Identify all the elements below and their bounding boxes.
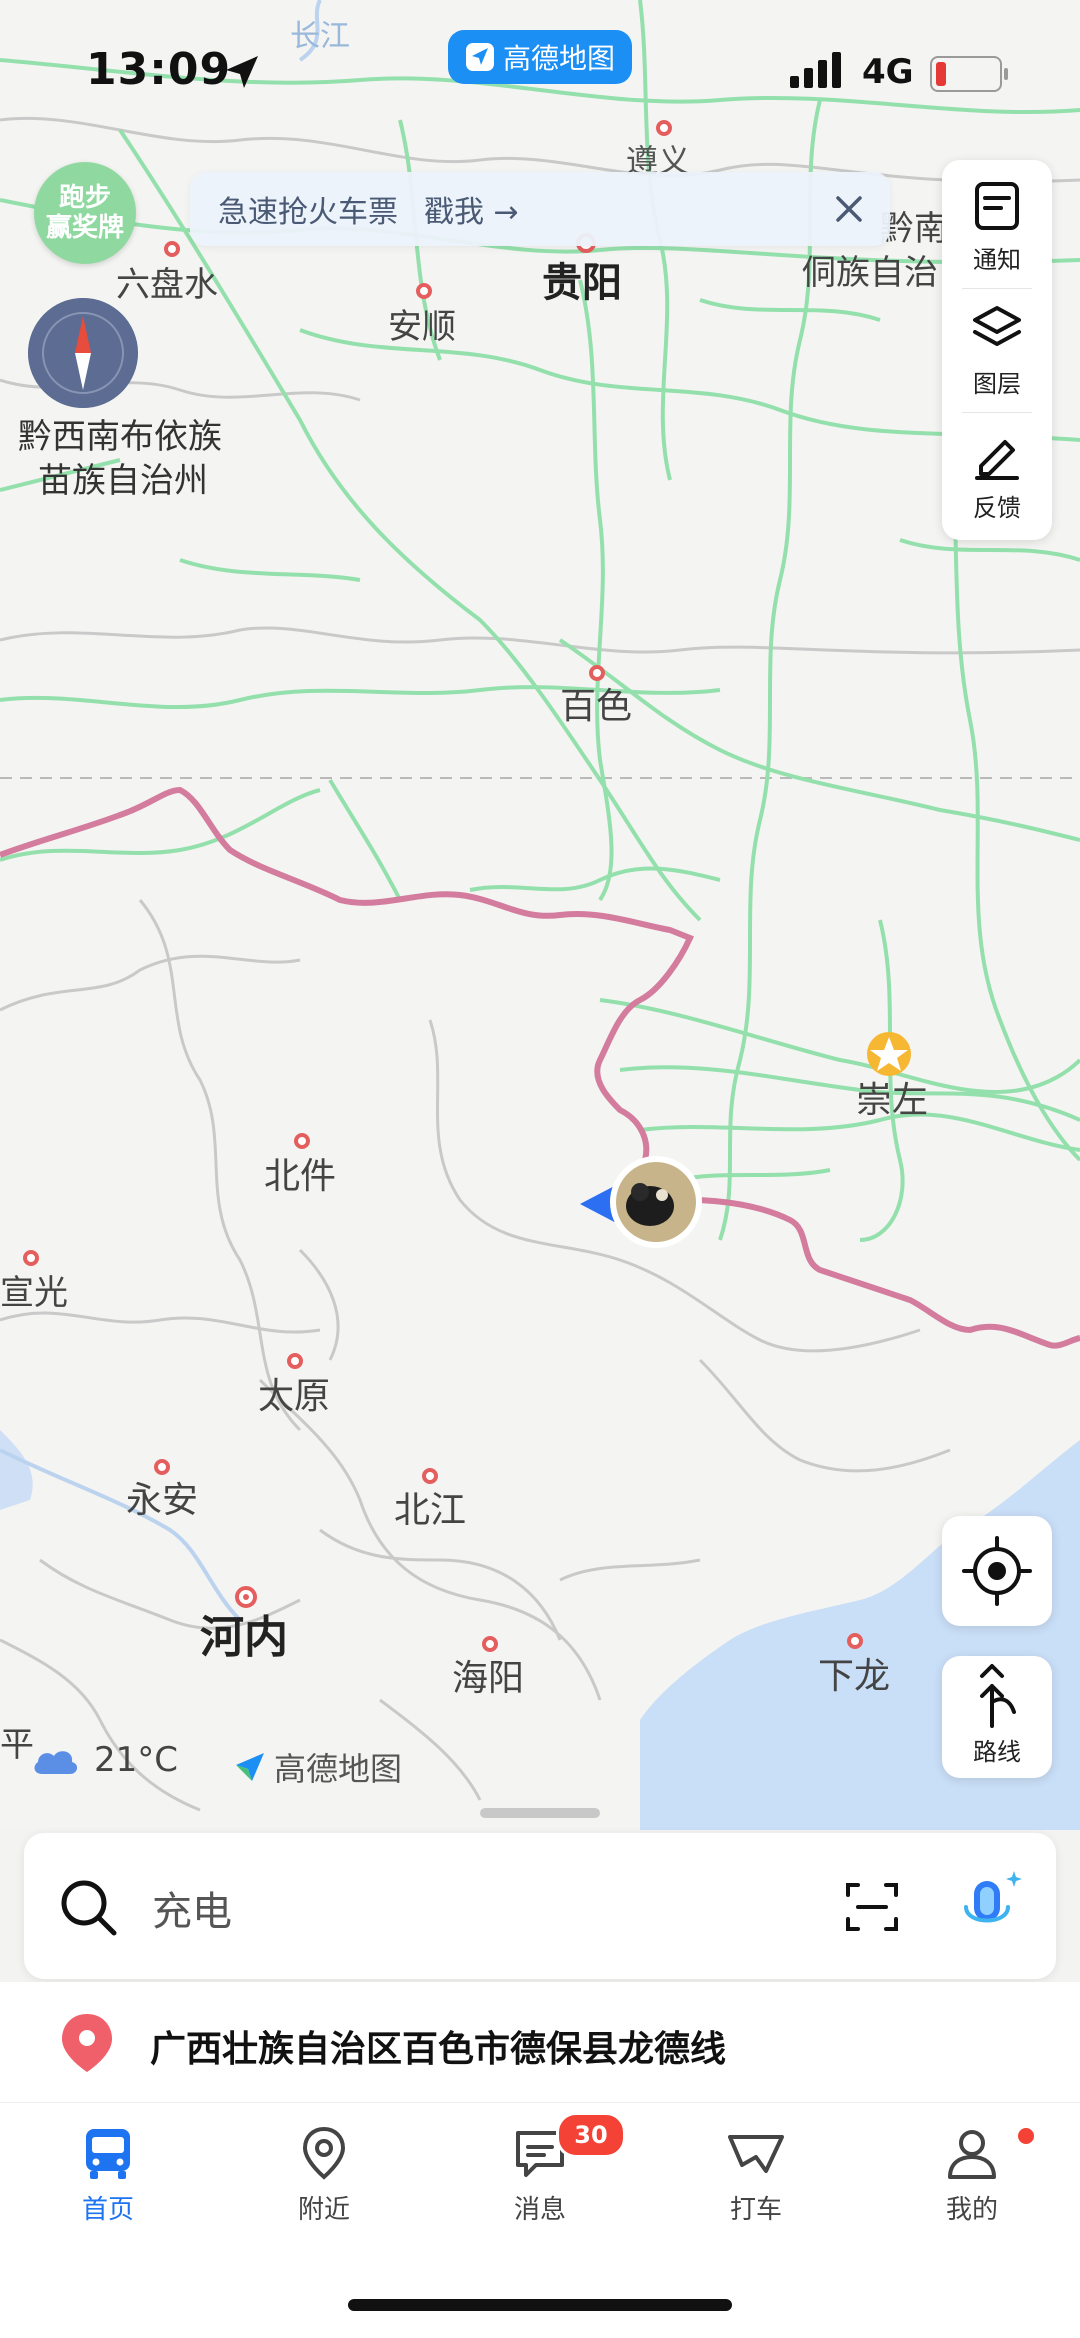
notification-label: 通知 (973, 246, 1021, 274)
location-address: 广西壮族自治区百色市德保县龙德线 (150, 2029, 727, 2070)
map-label: 宣光 (0, 1274, 68, 1312)
map-canvas[interactable]: 长江 遵义 六盘水 贵阳 安顺 黔南苗 侗族自治 黔西南布依族 苗族自治州 百色… (0, 0, 1080, 1830)
tab-taxi-label: 打车 (729, 2195, 782, 2225)
amap-logo-icon (465, 43, 494, 71)
current-location-row[interactable]: 广西壮族自治区百色市德保县龙德线 (0, 1982, 1080, 2102)
search-icon (61, 1880, 117, 1936)
promo-badge-line2: 赢奖牌 (45, 213, 124, 243)
map-label: 崇左 (856, 1079, 928, 1120)
search-bar[interactable]: 充电 (24, 1833, 1056, 1979)
star-icon (867, 1032, 911, 1076)
map-label: 永安 (126, 1479, 198, 1520)
feedback-button[interactable]: 反馈 (942, 426, 1052, 550)
status-time: 13:09 (86, 44, 232, 95)
edit-icon (975, 440, 1019, 480)
map-label: 北件 (264, 1155, 336, 1196)
banner-link[interactable]: 戳我 → (424, 187, 519, 231)
map-label: 百色 (560, 685, 632, 726)
map-label: 安顺 (388, 308, 456, 346)
map-label: 河内 (200, 1613, 288, 1662)
app-pill[interactable]: 高德地图 (448, 30, 632, 84)
locate-button[interactable] (942, 1516, 1052, 1626)
running-medal-badge[interactable]: 跑步 赢奖牌 (34, 162, 136, 264)
map-label: 平 (0, 1726, 34, 1764)
messages-count-badge: 30 (556, 2112, 626, 2158)
location-pin-icon (62, 2014, 112, 2072)
map-label: 黔西南布依族 (18, 418, 222, 456)
amap-watermark: 高德地图 (232, 1744, 402, 1790)
map-label: 侗族自治 (802, 254, 938, 292)
notification-button[interactable]: 通知 (942, 178, 1052, 302)
cloud-icon (34, 1751, 78, 1774)
amap-logo-icon (236, 1753, 264, 1781)
location-pin-icon (302, 2126, 346, 2180)
profile-notification-dot (1018, 2128, 1034, 2144)
scan-icon[interactable] (842, 1877, 902, 1937)
map-label: 苗族自治州 (38, 462, 208, 500)
layers-icon (973, 306, 1021, 346)
route-button[interactable]: 路线 (942, 1656, 1052, 1778)
tab-taxi[interactable]: 打车 (676, 2123, 836, 2226)
train-ticket-banner[interactable]: 急速抢火车票 戳我 → (190, 172, 890, 246)
map-label: 海阳 (452, 1657, 524, 1698)
voice-assistant-icon[interactable] (952, 1867, 1028, 1943)
sheet-grabber[interactable] (480, 1808, 600, 1818)
banner-text: 急速抢火车票 (218, 195, 398, 230)
close-icon[interactable] (830, 190, 868, 228)
tab-nearby-label: 附近 (297, 2195, 350, 2225)
search-input[interactable]: 充电 (152, 1879, 232, 1937)
map-label: 贵阳 (542, 261, 622, 305)
locate-icon (962, 1536, 1032, 1606)
route-label: 路线 (973, 1738, 1021, 1766)
feedback-label: 反馈 (973, 494, 1021, 522)
signal-icon (790, 52, 841, 88)
tab-nearby[interactable]: 附近 (244, 2123, 404, 2226)
bus-icon (86, 2129, 130, 2179)
status-bar: 13:09 高德地图 4G (0, 0, 1080, 130)
tab-home[interactable]: 首页 (28, 2123, 188, 2226)
promo-badge-line1: 跑步 (58, 183, 111, 213)
weather-temp: 21°C (94, 1740, 179, 1780)
taxi-icon (728, 2135, 784, 2173)
location-arrow-icon (226, 56, 258, 88)
map-label: 北江 (394, 1489, 466, 1530)
notification-icon (975, 182, 1019, 230)
map-label: 六盘水 (116, 266, 218, 304)
battery-icon (930, 56, 1008, 92)
weather-widget[interactable]: 21°C (30, 1740, 178, 1780)
layers-button[interactable]: 图层 (942, 302, 1052, 426)
map-label: 下龙 (818, 1655, 890, 1696)
tab-messages-label: 消息 (513, 2195, 566, 2225)
tab-profile-label: 我的 (945, 2195, 998, 2225)
user-icon (948, 2130, 996, 2179)
tab-home-label: 首页 (81, 2195, 134, 2225)
app-pill-label: 高德地图 (502, 42, 615, 75)
map-tools-panel: 通知 图层 反馈 (942, 160, 1052, 540)
route-arrow-icon (980, 1664, 1016, 1728)
logo-text: 高德地图 (274, 1750, 403, 1788)
layers-label: 图层 (973, 370, 1021, 398)
network-type: 4G (862, 52, 914, 92)
home-indicator[interactable] (348, 2299, 732, 2311)
compass-icon[interactable] (28, 298, 138, 408)
map-label: 太原 (258, 1375, 330, 1416)
